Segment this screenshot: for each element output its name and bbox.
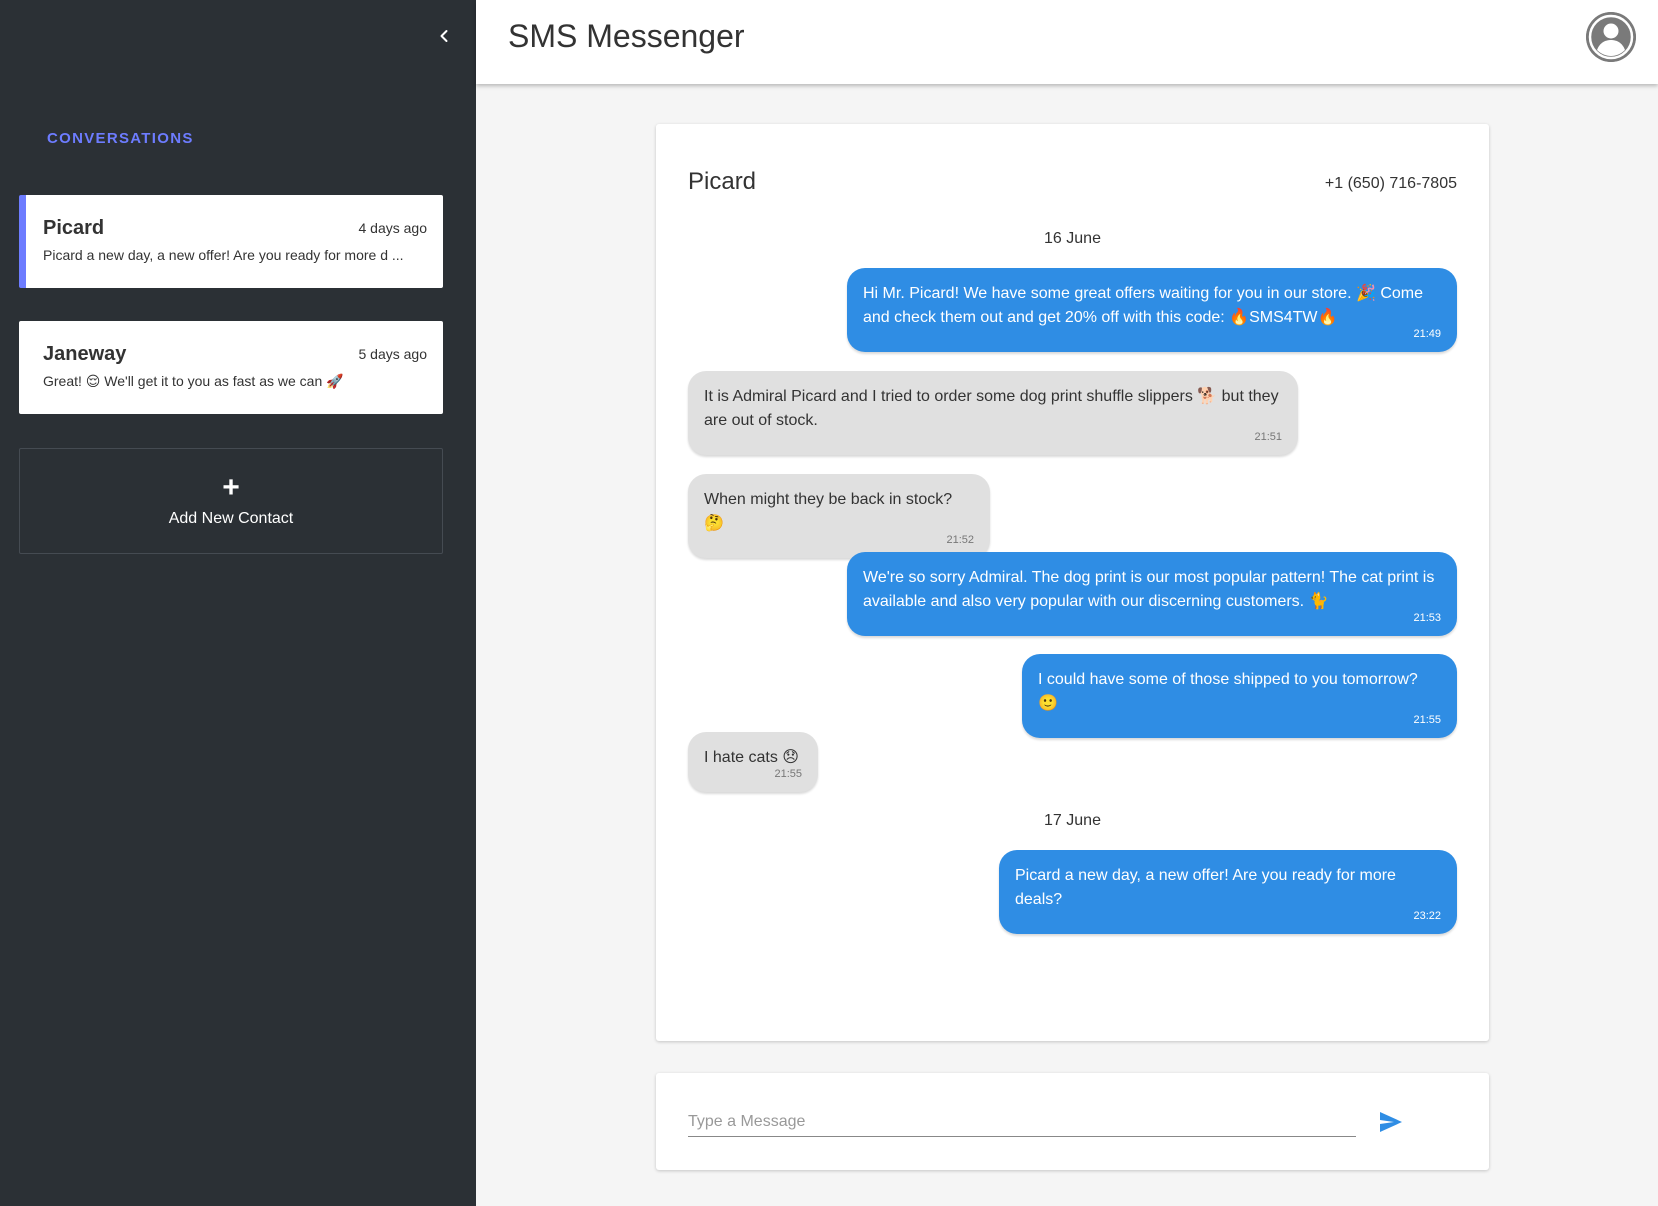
message-text: It is Admiral Picard and I tried to orde… (704, 388, 1279, 429)
message-time: 21:51 (1254, 431, 1282, 443)
message-incoming: When might they be back in stock? 🤔 21:5… (688, 474, 990, 558)
message-text: We're so sorry Admiral. The dog print is… (863, 569, 1435, 610)
chat-panel: Picard +1 (650) 716-7805 16 June Hi Mr. … (656, 124, 1489, 1041)
conversation-name: Janeway (43, 343, 127, 365)
conversation-time: 5 days ago (358, 346, 428, 362)
account-circle-icon (1586, 12, 1636, 62)
message-time: 21:49 (1413, 328, 1441, 340)
page-title: SMS Messenger (508, 18, 745, 54)
message-incoming: It is Admiral Picard and I tried to orde… (688, 371, 1298, 455)
add-new-contact-label: Add New Contact (168, 510, 294, 527)
conversation-item-janeway[interactable]: Janeway 5 days ago Great! 😌 We'll get it… (19, 321, 443, 414)
conversation-item-picard[interactable]: Picard 4 days ago Picard a new day, a ne… (19, 195, 443, 288)
message-time: 23:22 (1413, 910, 1441, 922)
date-separator: 17 June (1044, 812, 1101, 829)
message-text: I could have some of those shipped to yo… (1038, 671, 1418, 712)
conversation-time: 4 days ago (358, 220, 428, 236)
message-composer (656, 1073, 1489, 1170)
chat-contact-phone: +1 (650) 716-7805 (1324, 175, 1457, 192)
chat-contact-name: Picard (688, 168, 757, 195)
conversation-preview: Picard a new day, a new offer! Are you r… (43, 247, 404, 263)
message-text: When might they be back in stock? 🤔 (704, 491, 953, 532)
message-outgoing: We're so sorry Admiral. The dog print is… (847, 552, 1457, 636)
message-text: Picard a new day, a new offer! Are you r… (1015, 867, 1396, 908)
message-outgoing: I could have some of those shipped to yo… (1022, 654, 1457, 738)
message-text: Hi Mr. Picard! We have some great offers… (863, 285, 1423, 326)
conversation-preview: Great! 😌 We'll get it to you as fast as … (43, 373, 344, 389)
message-input[interactable] (688, 1107, 1356, 1137)
app-header: SMS Messenger (476, 0, 1658, 84)
sidebar: CONVERSATIONS Picard 4 days ago Picard a… (0, 0, 476, 1206)
add-new-contact-button[interactable]: + Add New Contact (19, 448, 443, 554)
message-time: 21:55 (774, 768, 802, 780)
send-button[interactable] (1376, 1107, 1406, 1137)
account-avatar-button[interactable] (1586, 12, 1636, 62)
collapse-sidebar-button[interactable] (430, 22, 458, 50)
send-icon (1380, 1112, 1402, 1132)
message-time: 21:52 (946, 534, 974, 546)
conversations-heading: CONVERSATIONS (47, 130, 194, 147)
date-separator: 16 June (1044, 230, 1101, 247)
message-outgoing: Picard a new day, a new offer! Are you r… (999, 850, 1457, 934)
message-time: 21:55 (1413, 714, 1441, 726)
conversation-name: Picard (43, 217, 105, 239)
message-time: 21:53 (1413, 612, 1441, 624)
chevron-left-icon (440, 30, 448, 42)
message-incoming: I hate cats 😞 21:55 (688, 732, 818, 792)
message-outgoing: Hi Mr. Picard! We have some great offers… (847, 268, 1457, 352)
plus-icon: + (222, 471, 240, 504)
